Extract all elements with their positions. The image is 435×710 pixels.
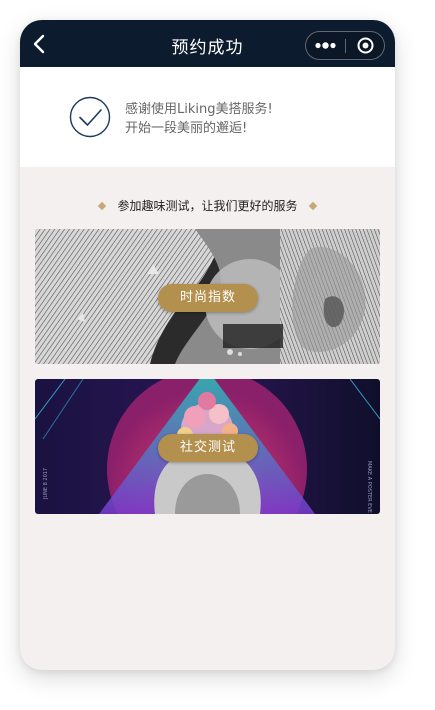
target-circle-icon[interactable] bbox=[346, 32, 385, 59]
fashion-index-button[interactable]: 时尚指数 bbox=[158, 284, 258, 312]
side-text-right: MAKE A POSTER EVE bbox=[366, 461, 372, 513]
more-dots-icon[interactable] bbox=[306, 32, 345, 59]
success-card: 感谢使用Liking美搭服务! 开始一段美丽的邂逅! bbox=[20, 67, 395, 167]
success-line-1: 感谢使用Liking美搭服务! bbox=[125, 102, 273, 117]
fashion-index-banner[interactable]: 时尚指数 bbox=[35, 229, 380, 364]
navigation-bar: 预约成功 bbox=[20, 20, 395, 67]
social-test-banner[interactable]: JUNE 8 2017 MAKE A POSTER EVE 社交测试 bbox=[35, 379, 380, 514]
check-circle-icon bbox=[69, 96, 111, 138]
phone-frame: 预约成功 感谢使用Liking美搭服务! 开始一段美丽的邂逅! 参加趣味测试，让… bbox=[20, 20, 395, 670]
success-message: 感谢使用Liking美搭服务! 开始一段美丽的邂逅! bbox=[125, 100, 273, 138]
section-title-text: 参加趣味测试，让我们更好的服务 bbox=[117, 199, 298, 213]
success-line-2: 开始一段美丽的邂逅! bbox=[125, 121, 248, 136]
section-heading: 参加趣味测试，让我们更好的服务 bbox=[20, 197, 395, 214]
diamond-right-icon bbox=[308, 201, 317, 211]
diamond-left-icon bbox=[98, 201, 107, 211]
social-test-button[interactable]: 社交测试 bbox=[158, 434, 258, 462]
side-text-left: JUNE 8 2017 bbox=[43, 468, 49, 500]
mini-program-capsule bbox=[305, 31, 385, 60]
